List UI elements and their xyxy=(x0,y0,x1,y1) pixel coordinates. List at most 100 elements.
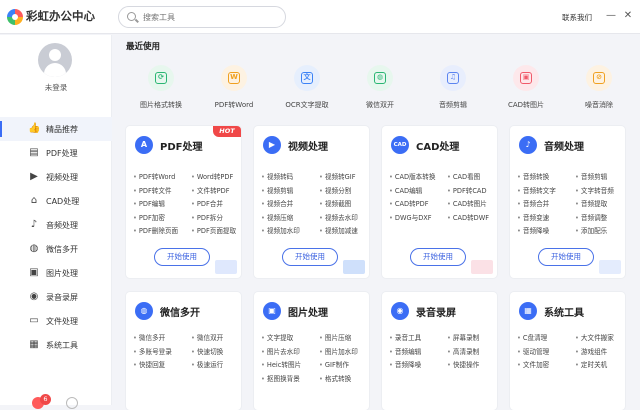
avatar[interactable] xyxy=(38,43,72,77)
feature-link[interactable]: 添加配乐 xyxy=(575,225,607,235)
feature-link[interactable]: 音频转文字 xyxy=(517,185,556,195)
feature-link[interactable]: 驱动管理 xyxy=(517,346,549,356)
feature-link[interactable]: 音频降噪 xyxy=(517,225,549,235)
feature-link[interactable]: GIF制作 xyxy=(319,359,349,369)
close-button[interactable]: ✕ xyxy=(620,8,636,24)
feature-link[interactable]: 音频编辑 xyxy=(389,346,421,356)
sidebar-item-pdf[interactable]: ▤ PDF处理 xyxy=(0,141,112,165)
feature-link[interactable]: PDF转Word xyxy=(133,171,175,181)
minimize-button[interactable]: — xyxy=(603,8,619,24)
feature-link[interactable]: CAD版本转换 xyxy=(389,171,436,181)
feature-link[interactable]: CAD编辑 xyxy=(389,185,422,195)
feature-link[interactable]: 视频剪辑 xyxy=(261,185,293,195)
feature-link[interactable]: PDF转文件 xyxy=(133,185,172,195)
settings-icon[interactable] xyxy=(66,397,78,409)
feature-link[interactable]: CAD转图片 xyxy=(447,198,487,208)
sidebar-item-wechat[interactable]: ◍ 微信多开 xyxy=(0,237,112,261)
feature-link[interactable]: 视频加减速 xyxy=(319,225,358,235)
feature-link[interactable]: 音频合并 xyxy=(517,198,549,208)
feature-link[interactable]: Heic转图片 xyxy=(261,359,301,369)
feature-link[interactable]: 大文件搬家 xyxy=(575,332,614,342)
sidebar-item-video[interactable]: ▶ 视频处理 xyxy=(0,165,112,189)
login-status[interactable]: 未登录 xyxy=(0,82,112,93)
feature-link[interactable]: 视频转码 xyxy=(261,171,293,181)
sidebar-item-folder[interactable]: ▭ 文件处理 xyxy=(0,309,112,333)
tool-card-system[interactable]: ▦ 系统工具 C盘清理 大文件搬家驱动管理 游戏组件文件加密 定时关机 xyxy=(510,292,625,410)
feature-link[interactable]: PDF合并 xyxy=(191,198,223,208)
feature-link[interactable]: 快捷操作 xyxy=(447,359,479,369)
recent-tool-item[interactable]: ♫ 音频剪辑 xyxy=(418,65,488,110)
tool-card-image[interactable]: ▣ 图片处理文字提取 图片压缩图片去水印 图片加水印 Heic转图片 GIF制作抠图换背景… xyxy=(254,292,369,410)
recent-tool-item[interactable]: 文 OCR文字提取 xyxy=(272,65,342,110)
recent-tool-item[interactable]: ▣ CAD转图片 xyxy=(491,65,561,110)
feature-link[interactable]: 文件转PDF xyxy=(191,185,230,195)
feature-link[interactable]: 屏幕录制 xyxy=(447,332,479,342)
feature-link[interactable]: 视频合并 xyxy=(261,198,293,208)
feature-link[interactable]: Word转PDF xyxy=(191,171,233,181)
feature-link[interactable]: 视频截图 xyxy=(319,198,351,208)
feature-link[interactable]: CAD转DWF xyxy=(447,212,489,222)
feature-link[interactable]: PDF加密 xyxy=(133,212,165,222)
tool-card-video[interactable]: ▶ 视频处理视频转码 视频转GIF 视频剪辑 视频分割视频合并 视频截图视频压缩 视频去水印… xyxy=(254,126,369,278)
feature-link[interactable]: PDF拆分 xyxy=(191,212,223,222)
feature-link[interactable]: 图片加水印 xyxy=(319,346,358,356)
feature-link[interactable]: PDF页面提取 xyxy=(191,225,236,235)
sidebar-item-image[interactable]: ▣ 图片处理 xyxy=(0,261,112,285)
search-box[interactable] xyxy=(118,6,286,28)
feature-link[interactable]: 多账号登录 xyxy=(133,346,172,356)
feature-link[interactable]: 文字提取 xyxy=(261,332,293,342)
feature-link[interactable]: 极速运行 xyxy=(191,359,223,369)
tool-card-cad[interactable]: CAD CAD处理 CAD版本转换 CAD看图 CAD编辑 PDF转CAD CAD转PDF C… xyxy=(382,126,497,278)
feature-link[interactable]: PDF编辑 xyxy=(133,198,165,208)
feature-link[interactable]: 图片去水印 xyxy=(261,346,300,356)
feature-link[interactable]: CAD转PDF xyxy=(389,198,429,208)
sidebar-item-system[interactable]: ▦ 系统工具 xyxy=(0,333,112,357)
feature-link[interactable]: 录音工具 xyxy=(389,332,421,342)
contact-us-link[interactable]: 联系我们 xyxy=(562,12,592,23)
sidebar-item-cad[interactable]: ⌂ CAD处理 xyxy=(0,189,112,213)
feature-link[interactable]: 格式转换 xyxy=(319,373,351,383)
sidebar-item-record[interactable]: ◉ 录音录屏 xyxy=(0,285,112,309)
tool-card-wechat[interactable]: ◍微信多开微信多开微信双开多账号登录快速切换快捷回复极速运行 xyxy=(126,292,241,410)
feature-link[interactable]: 抠图换背景 xyxy=(261,373,300,383)
feature-link[interactable]: 音频提取 xyxy=(575,198,607,208)
feature-link[interactable]: 视频转GIF xyxy=(319,171,356,181)
feature-link[interactable]: 高清录制 xyxy=(447,346,479,356)
sidebar-item-audio[interactable]: ♪ 音频处理 xyxy=(0,213,112,237)
start-button[interactable]: 开始使用 xyxy=(538,248,594,266)
feature-link[interactable]: 微信双开 xyxy=(191,332,223,342)
tool-card-record[interactable]: ◉ 录音录屏录音工具 屏幕录制音频编辑 高清录制音频降噪 快捷操作 xyxy=(382,292,497,410)
feature-link[interactable]: 视频分割 xyxy=(319,185,351,195)
feature-link[interactable]: 音频转换 xyxy=(517,171,549,181)
feature-link[interactable]: 音频变速 xyxy=(517,212,549,222)
sidebar-item-thumbs-up[interactable]: 👍 精品推荐 xyxy=(0,117,112,141)
feature-link[interactable]: 音频调整 xyxy=(575,212,607,222)
feature-link[interactable]: 游戏组件 xyxy=(575,346,607,356)
start-button[interactable]: 开始使用 xyxy=(282,248,338,266)
feature-link[interactable]: 音频剪辑 xyxy=(575,171,607,181)
recent-tool-item[interactable]: W PDF转Word xyxy=(199,65,269,110)
feature-link[interactable]: C盘清理 xyxy=(517,332,547,342)
recent-tool-item[interactable]: ⟳ 图片格式转换 xyxy=(126,65,196,110)
feature-link[interactable]: PDF删除页面 xyxy=(133,225,178,235)
search-input[interactable] xyxy=(143,9,278,25)
feature-link[interactable]: 视频去水印 xyxy=(319,212,358,222)
feature-link[interactable]: 音频降噪 xyxy=(389,359,421,369)
feature-link[interactable]: 快捷回复 xyxy=(133,359,165,369)
start-button[interactable]: 开始使用 xyxy=(410,248,466,266)
feature-link[interactable]: 文件加密 xyxy=(517,359,549,369)
feature-link[interactable]: CAD看图 xyxy=(447,171,480,181)
feature-link[interactable]: 快速切换 xyxy=(191,346,223,356)
feature-link[interactable]: 定时关机 xyxy=(575,359,607,369)
tool-card-audio[interactable]: ♪ 音频处理音频转换 音频剪辑音频转文字 文字转音频音频合并 音频提取音频变速 音频调整音… xyxy=(510,126,625,278)
recent-tool-item[interactable]: ◍ 微信双开 xyxy=(345,65,415,110)
tool-card-pdf[interactable]: A PDF处理 HOT PDF转Word Word转PDF PDF转文件 文件转PDF PDF… xyxy=(126,126,241,278)
feature-link[interactable]: 视频加水印 xyxy=(261,225,300,235)
recent-tool-item[interactable]: ⊘ 噪音消除 xyxy=(564,65,634,110)
feature-link[interactable]: 图片压缩 xyxy=(319,332,351,342)
feature-link[interactable]: 视频压缩 xyxy=(261,212,293,222)
feature-link[interactable]: DWG与DXF xyxy=(389,212,432,222)
feature-link[interactable]: PDF转CAD xyxy=(447,185,487,195)
feature-link[interactable]: 文字转音频 xyxy=(575,185,614,195)
start-button[interactable]: 开始使用 xyxy=(154,248,210,266)
